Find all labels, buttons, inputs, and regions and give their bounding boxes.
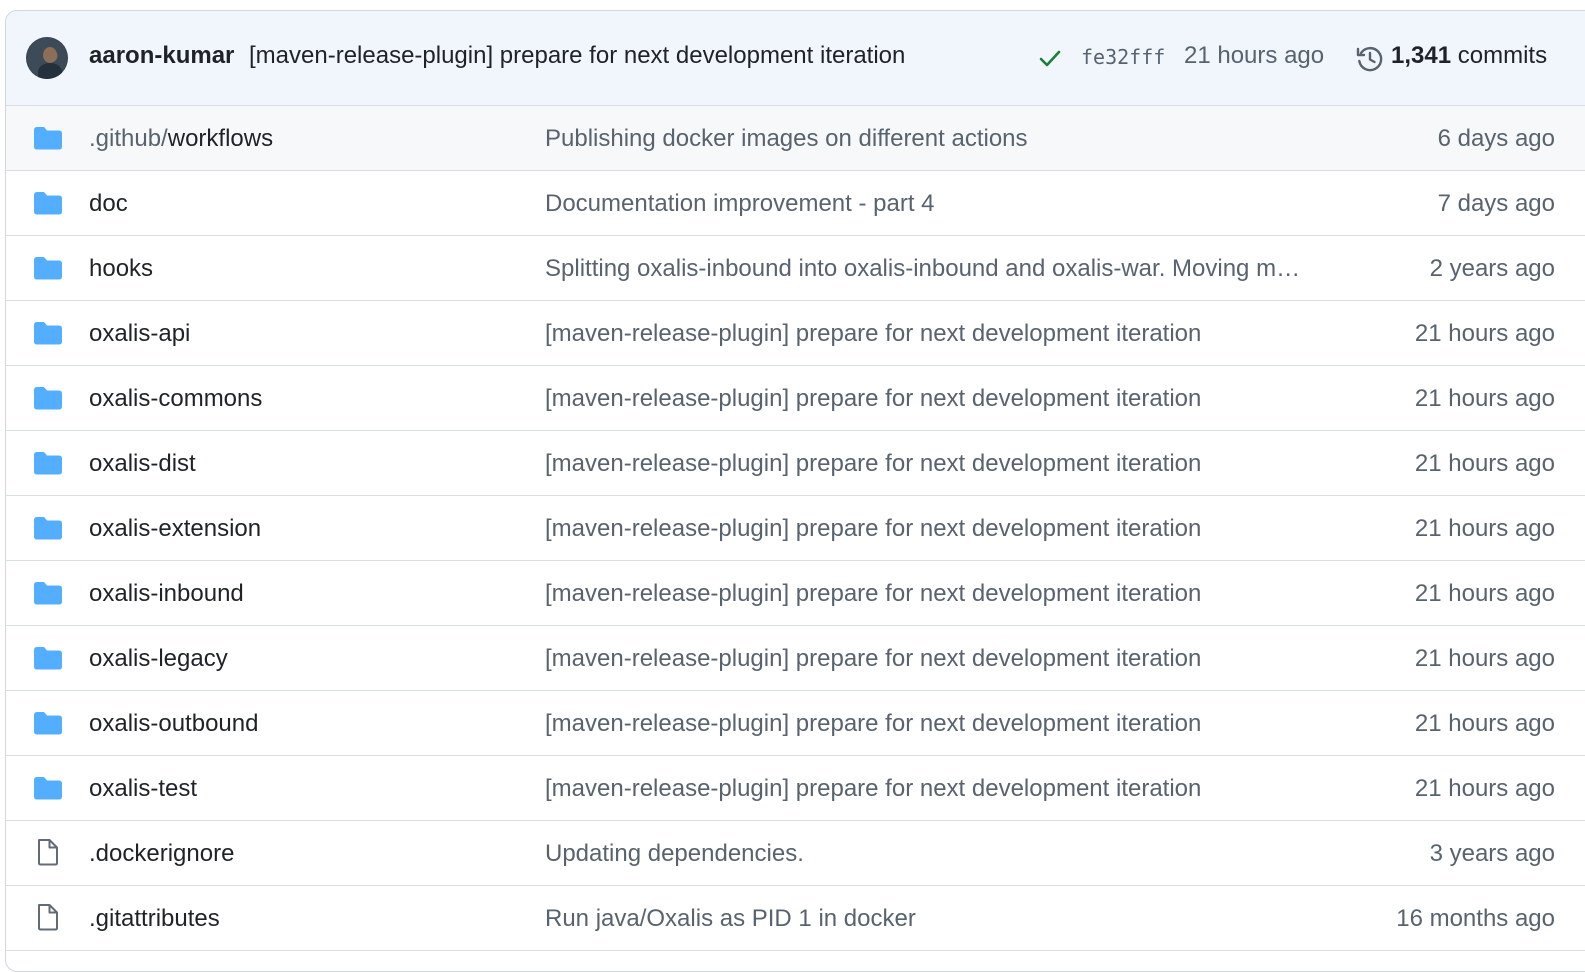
- commit-message-link[interactable]: Publishing docker images on different ac…: [545, 125, 1028, 153]
- folder-icon: [33, 256, 63, 285]
- table-row[interactable]: .gitattributes Run java/Oxalis as PID 1 i…: [6, 886, 1585, 951]
- commit-message-link[interactable]: Documentation improvement - part 4: [545, 190, 935, 218]
- file-name-link[interactable]: oxalis-extension: [89, 515, 261, 543]
- file-name: oxalis-legacy: [89, 645, 228, 672]
- folder-icon: [33, 386, 63, 415]
- commit-sha[interactable]: fe32fff: [1081, 45, 1165, 69]
- file-name: .dockerignore: [89, 840, 235, 867]
- file-name-link[interactable]: doc: [89, 190, 128, 218]
- table-row[interactable]: hooks Splitting oxalis-inbound into oxali…: [6, 236, 1585, 301]
- commit-message-link[interactable]: [maven-release-plugin] prepare for next …: [545, 320, 1201, 348]
- file-icon: [33, 903, 63, 936]
- file-list: .github/workflows Publishing docker image…: [6, 106, 1585, 951]
- table-row[interactable]: doc Documentation improvement - part 4 7 d…: [6, 171, 1585, 236]
- commit-message-link[interactable]: [maven-release-plugin] prepare for next …: [545, 450, 1201, 478]
- commit-message-link[interactable]: Run java/Oxalis as PID 1 in docker: [545, 905, 916, 933]
- commit-message[interactable]: [maven-release-plugin] prepare for next …: [249, 42, 905, 70]
- commits-count: 1,341: [1391, 42, 1452, 69]
- folder-icon: [33, 711, 63, 740]
- table-row[interactable]: oxalis-api [maven-release-plugin] prepare…: [6, 301, 1585, 366]
- file-name-link[interactable]: oxalis-dist: [89, 450, 196, 478]
- folder-icon: [33, 516, 63, 545]
- folder-icon: [33, 646, 63, 675]
- commit-age: 6 days ago: [1437, 125, 1555, 152]
- commit-age: 21 hours ago: [1414, 320, 1555, 347]
- commit-author[interactable]: aaron-kumar: [89, 42, 234, 70]
- file-name: oxalis-commons: [89, 385, 263, 412]
- table-row[interactable]: oxalis-outbound [maven-release-plugin] pr…: [6, 691, 1585, 756]
- commit-age: 21 hours ago: [1414, 385, 1555, 412]
- commits-link[interactable]: 1,341 commits: [1391, 42, 1547, 70]
- file-name: oxalis-api: [89, 320, 191, 347]
- commit-age: 3 years ago: [1429, 840, 1555, 867]
- avatar[interactable]: [26, 37, 68, 79]
- file-name-link[interactable]: oxalis-legacy: [89, 645, 228, 673]
- file-name-link[interactable]: oxalis-outbound: [89, 710, 258, 738]
- file-name-link[interactable]: .dockerignore: [89, 840, 234, 868]
- commit-message-link[interactable]: [maven-release-plugin] prepare for next …: [545, 645, 1201, 673]
- folder-icon: [33, 191, 63, 220]
- table-row[interactable]: oxalis-inbound [maven-release-plugin] pre…: [6, 561, 1585, 626]
- commit-age: 21 hours ago: [1414, 580, 1555, 607]
- commit-message-link[interactable]: [maven-release-plugin] prepare for next …: [545, 580, 1201, 608]
- file-name: oxalis-outbound: [89, 710, 259, 737]
- table-row[interactable]: .dockerignore Updating dependencies. 3 yea…: [6, 821, 1585, 886]
- folder-icon: [33, 776, 63, 805]
- file-name: .gitattributes: [89, 905, 220, 932]
- file-name: oxalis-inbound: [89, 580, 244, 607]
- commit-age: 21 hours ago: [1414, 775, 1555, 802]
- folder-icon: [33, 321, 63, 350]
- file-name-link[interactable]: oxalis-commons: [89, 385, 262, 413]
- table-row[interactable]: oxalis-legacy [maven-release-plugin] prep…: [6, 626, 1585, 691]
- file-icon: [33, 838, 63, 871]
- commit-age: 21 hours ago: [1414, 645, 1555, 672]
- file-name-link[interactable]: .gitattributes: [89, 905, 220, 933]
- commit-age: 21 hours ago: [1414, 450, 1555, 477]
- file-name: oxalis-extension: [89, 515, 262, 542]
- commits-label: commits: [1457, 42, 1548, 69]
- table-row[interactable]: oxalis-extension [maven-release-plugin] p…: [6, 496, 1585, 561]
- file-name: oxalis-test: [89, 775, 198, 802]
- file-name-link[interactable]: hooks: [89, 255, 153, 283]
- file-name: oxalis-dist: [89, 450, 196, 477]
- commit-message-link[interactable]: [maven-release-plugin] prepare for next …: [545, 515, 1201, 543]
- file-name-link[interactable]: oxalis-inbound: [89, 580, 244, 608]
- commit-age: 7 days ago: [1437, 190, 1555, 217]
- commit-message-link[interactable]: Splitting oxalis-inbound into oxalis-inb…: [545, 255, 1300, 283]
- commit-age: 2 years ago: [1429, 255, 1555, 282]
- commit-message-link[interactable]: [maven-release-plugin] prepare for next …: [545, 385, 1201, 413]
- commit-message-link[interactable]: [maven-release-plugin] prepare for next …: [545, 775, 1201, 803]
- table-row[interactable]: oxalis-test [maven-release-plugin] prepar…: [6, 756, 1585, 821]
- commit-message-link[interactable]: Updating dependencies.: [545, 840, 804, 868]
- commit-age: 16 months ago: [1396, 905, 1555, 932]
- folder-icon: [33, 126, 63, 155]
- commit-time: 21 hours ago: [1184, 42, 1325, 69]
- commit-message-link[interactable]: [maven-release-plugin] prepare for next …: [545, 710, 1201, 738]
- folder-icon: [33, 581, 63, 610]
- table-row[interactable]: oxalis-dist [maven-release-plugin] prepar…: [6, 431, 1585, 496]
- file-name-prefix: .github/: [89, 125, 168, 152]
- folder-icon: [33, 451, 63, 480]
- file-name: hooks: [89, 255, 154, 282]
- file-name: workflows: [167, 125, 274, 152]
- file-browser: aaron-kumar [maven-release-plugin] prepa…: [5, 10, 1585, 972]
- table-row[interactable]: .github/workflows Publishing docker image…: [6, 106, 1585, 171]
- file-name-link[interactable]: oxalis-test: [89, 775, 197, 803]
- commit-age: 21 hours ago: [1414, 710, 1555, 737]
- check-icon[interactable]: [1039, 48, 1061, 68]
- file-name-link[interactable]: .github/workflows: [89, 125, 273, 153]
- latest-commit-bar: aaron-kumar [maven-release-plugin] prepa…: [6, 11, 1585, 106]
- file-name-link[interactable]: oxalis-api: [89, 320, 190, 348]
- table-row[interactable]: oxalis-commons [maven-release-plugin] pre…: [6, 366, 1585, 431]
- history-icon[interactable]: [1355, 44, 1385, 74]
- file-name: doc: [89, 190, 128, 217]
- commit-age: 21 hours ago: [1414, 515, 1555, 542]
